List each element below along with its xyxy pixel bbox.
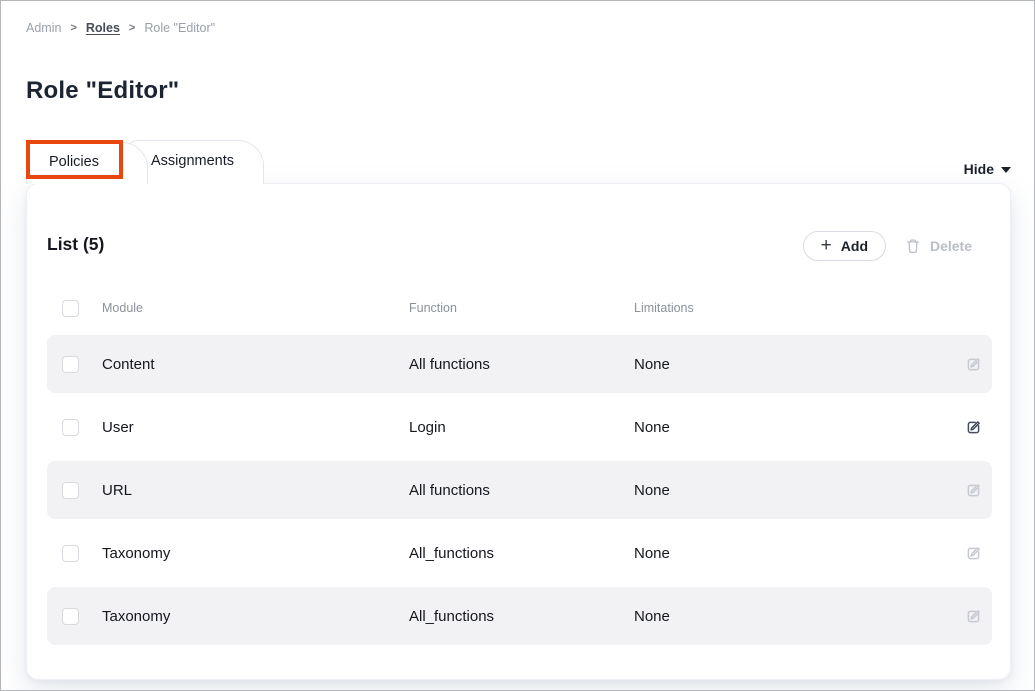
tab-assignments[interactable]: Assignments: [128, 140, 264, 184]
cell-function: Login: [409, 419, 634, 436]
table-row: Content All functions None: [47, 335, 992, 393]
add-button[interactable]: + Add: [803, 231, 886, 261]
cell-module: Taxonomy: [102, 545, 409, 562]
table-row: URL All functions None: [47, 461, 992, 519]
table-row: Taxonomy All_functions None: [47, 587, 992, 645]
column-header-limitations: Limitations: [634, 301, 948, 315]
row-checkbox[interactable]: [62, 545, 79, 562]
edit-icon[interactable]: [948, 482, 992, 499]
row-checkbox[interactable]: [62, 608, 79, 625]
tab-assignments-label: Assignments: [151, 153, 234, 169]
cell-module: User: [102, 419, 409, 436]
cell-function: All_functions: [409, 608, 634, 625]
hide-toggle-label: Hide: [964, 161, 994, 177]
hide-toggle[interactable]: Hide: [964, 161, 1011, 177]
caret-down-icon: [1001, 167, 1011, 173]
app-window: Admin > Roles > Role "Editor" Role "Edit…: [0, 0, 1035, 691]
tab-policies[interactable]: Policies: [26, 142, 148, 184]
cell-limitations: None: [634, 419, 948, 436]
cell-module: URL: [102, 482, 409, 499]
select-all-checkbox[interactable]: [62, 300, 79, 317]
column-header-function: Function: [409, 301, 634, 315]
cell-module: Taxonomy: [102, 608, 409, 625]
breadcrumb-item-roles[interactable]: Roles: [86, 21, 120, 35]
policies-panel: List (5) + Add Delete Module Function Li…: [26, 183, 1011, 680]
column-header-module: Module: [102, 301, 409, 315]
delete-button-label: Delete: [930, 238, 972, 254]
breadcrumb-separator: >: [70, 22, 76, 34]
row-checkbox[interactable]: [62, 419, 79, 436]
breadcrumb-separator: >: [129, 22, 135, 34]
cell-limitations: None: [634, 608, 948, 625]
page-title: Role "Editor": [26, 77, 179, 105]
cell-module: Content: [102, 356, 409, 373]
add-button-label: Add: [841, 238, 868, 254]
edit-icon[interactable]: [948, 356, 992, 373]
breadcrumb: Admin > Roles > Role "Editor": [26, 21, 215, 35]
delete-button[interactable]: Delete: [905, 234, 972, 258]
breadcrumb-item-admin: Admin: [26, 21, 61, 35]
table-row: Taxonomy All_functions None: [47, 524, 992, 582]
cell-function: All_functions: [409, 545, 634, 562]
table-header-row: Module Function Limitations: [47, 297, 992, 319]
tab-policies-label: Policies: [49, 154, 99, 170]
plus-icon: +: [821, 236, 832, 255]
edit-icon[interactable]: [948, 545, 992, 562]
cell-function: All functions: [409, 356, 634, 373]
table-body: Content All functions None User Login No…: [47, 335, 992, 645]
row-checkbox[interactable]: [62, 482, 79, 499]
list-title: List (5): [47, 234, 104, 255]
policies-table: Module Function Limitations Content All …: [47, 297, 992, 650]
edit-icon[interactable]: [948, 608, 992, 625]
cell-limitations: None: [634, 356, 948, 373]
cell-limitations: None: [634, 482, 948, 499]
table-row: User Login None: [47, 398, 992, 456]
trash-icon: [905, 238, 921, 254]
cell-function: All functions: [409, 482, 634, 499]
row-checkbox[interactable]: [62, 356, 79, 373]
edit-icon[interactable]: [948, 419, 992, 436]
cell-limitations: None: [634, 545, 948, 562]
breadcrumb-item-current: Role "Editor": [144, 21, 215, 35]
